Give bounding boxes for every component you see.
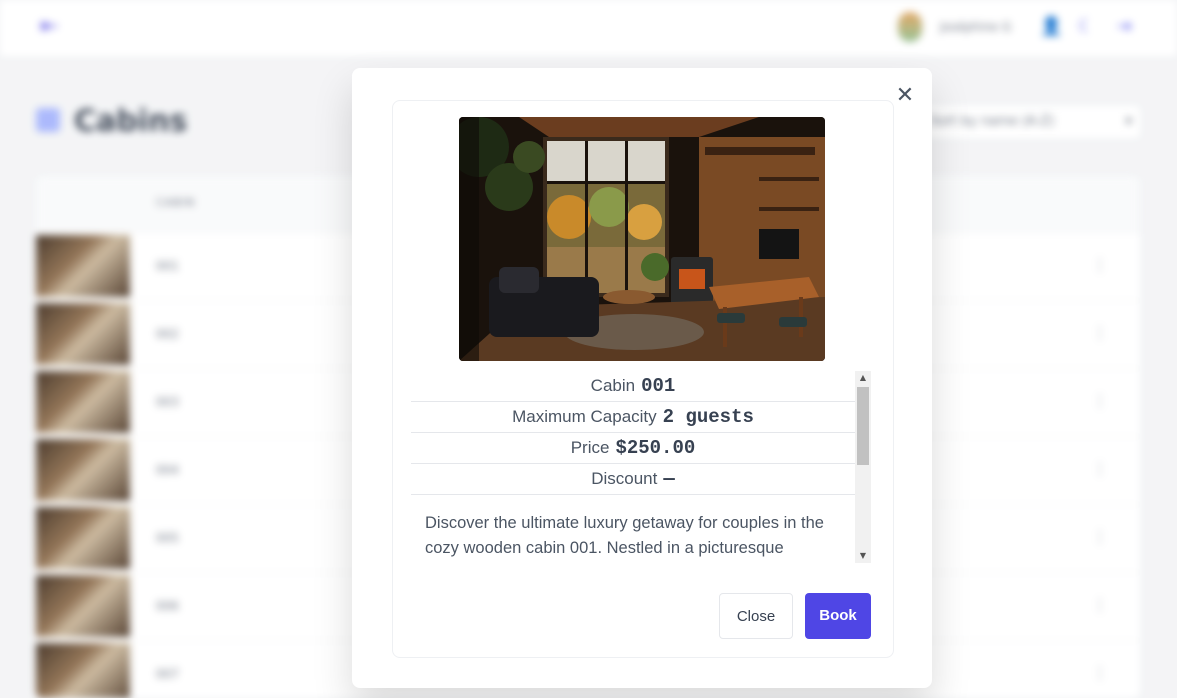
close-button[interactable]: Close <box>719 593 793 639</box>
cabin-details-scroll[interactable]: Cabin 001 Maximum Capacity 2 guests Price $… <box>411 371 871 563</box>
price-value: $250.00 <box>615 437 696 459</box>
scrollbar-thumb[interactable] <box>857 387 869 465</box>
capacity-label: Maximum Capacity <box>512 407 657 426</box>
cabin-image <box>459 117 825 361</box>
capacity-value: 2 guests <box>662 406 754 428</box>
capacity-row: Maximum Capacity 2 guests <box>411 402 855 433</box>
cabin-value: 001 <box>641 375 676 397</box>
cabin-details-card: Cabin 001 Maximum Capacity 2 guests Price $… <box>392 100 894 658</box>
cabin-number-row: Cabin 001 <box>411 371 855 402</box>
details-scrollbar[interactable]: ▲ ▼ <box>855 371 871 563</box>
cabin-details-modal: ✕ Cabin 001 Maximum Capacity 2 guests Pr… <box>352 68 932 688</box>
cabin-description: Discover the ultimate luxury getaway for… <box>425 514 824 557</box>
price-row: Price $250.00 <box>411 433 855 464</box>
discount-value: — <box>663 468 675 490</box>
scroll-up-icon[interactable]: ▲ <box>855 371 871 385</box>
cabin-label: Cabin <box>590 376 636 395</box>
scroll-down-icon[interactable]: ▼ <box>855 549 871 563</box>
close-icon[interactable]: ✕ <box>895 85 915 107</box>
discount-label: Discount <box>591 469 658 488</box>
price-label: Price <box>570 438 610 457</box>
book-button[interactable]: Book <box>805 593 871 639</box>
discount-row: Discount — <box>411 464 855 495</box>
